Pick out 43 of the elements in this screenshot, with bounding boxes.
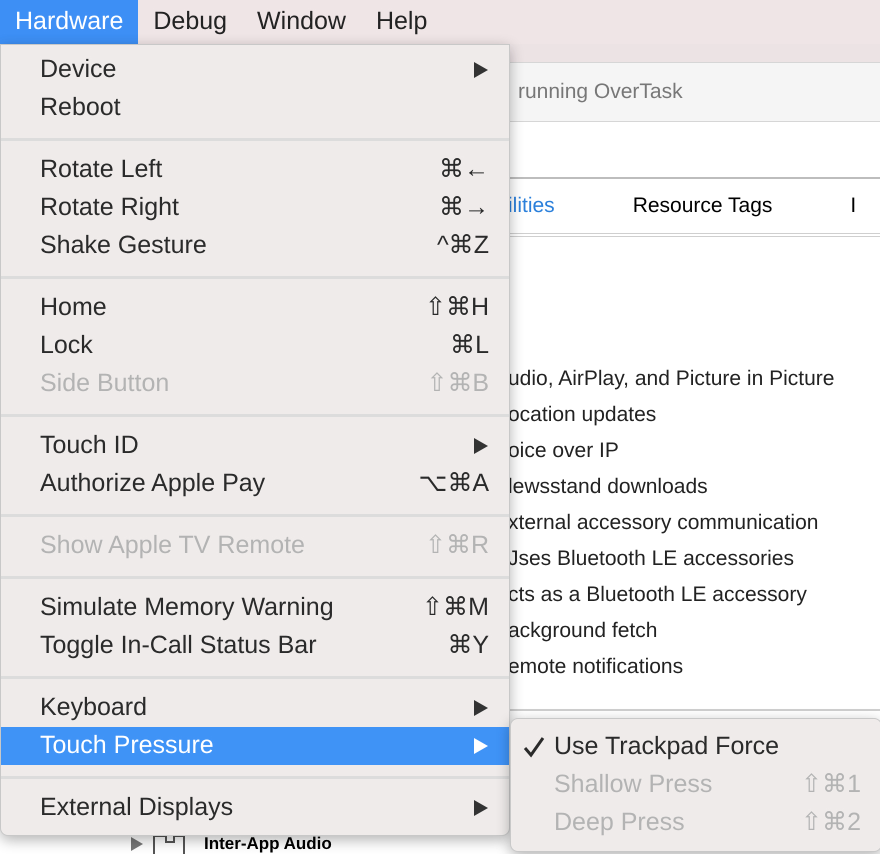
- menu-item[interactable]: Keyboard: [1, 689, 509, 727]
- shortcut-label: ⇧⌘R: [424, 530, 489, 562]
- shortcut-label: ⌥⌘A: [418, 468, 489, 500]
- menu-item[interactable]: Rotate Right ⌘→: [1, 189, 509, 227]
- menu-item[interactable]: Reboot: [1, 89, 509, 127]
- menu-item[interactable]: Shake Gesture ^⌘Z: [1, 227, 509, 265]
- menu-bar-item[interactable]: Help: [360, 0, 442, 44]
- menu-item[interactable]: Home ⇧⌘H: [1, 289, 509, 327]
- shortcut-label: ⌘Y: [447, 630, 489, 662]
- menu-bar-item[interactable]: Debug: [138, 0, 242, 44]
- disclosure-triangle-icon[interactable]: [130, 836, 144, 852]
- shortcut-label: ⇧⌘2: [801, 807, 861, 838]
- submenu-item[interactable]: Use Trackpad Force: [511, 728, 880, 766]
- background-mode-label: oice over IP: [508, 438, 620, 464]
- background-mode-label: udio, AirPlay, and Picture in Picture: [508, 366, 836, 392]
- status-text: running OverTask: [518, 79, 683, 106]
- menu-item[interactable]: Authorize Apple Pay ⌥⌘A: [1, 465, 509, 503]
- menu-item[interactable]: Lock ⌘L: [1, 327, 509, 365]
- tree-row-label: Inter-App Audio: [204, 835, 332, 853]
- shortcut-label: ⇧⌘1: [801, 769, 861, 800]
- shortcut-label: ⌘→: [439, 192, 489, 224]
- shortcut-label: ⇧⌘M: [422, 592, 489, 624]
- shortcut-label: ⌘←: [439, 154, 489, 186]
- menu-item[interactable]: Device: [1, 51, 509, 89]
- menu-item[interactable]: Toggle In-Call Status Bar ⌘Y: [1, 627, 509, 665]
- background-mode-label: emote notifications: [508, 654, 684, 680]
- background-mode-label: ackground fetch: [508, 618, 658, 644]
- menu-item[interactable]: Touch ID: [1, 427, 509, 465]
- tab[interactable]: ilities: [508, 190, 555, 222]
- menu-item[interactable]: Simulate Memory Warning ⇧⌘M: [1, 589, 509, 627]
- menu-bar-item[interactable]: Window: [242, 0, 361, 44]
- shortcut-label: ⌘L: [450, 330, 489, 362]
- menu-item[interactable]: Rotate Left ⌘←: [1, 151, 509, 189]
- shortcut-label: ⇧⌘H: [424, 292, 489, 324]
- background-mode-label: Jses Bluetooth LE accessories: [508, 546, 795, 572]
- shortcut-label: ^⌘Z: [436, 230, 489, 262]
- shortcut-label: ⇧⌘B: [426, 368, 489, 400]
- background-mode-label: xternal accessory communication: [508, 510, 820, 536]
- background-mode-label: lewsstand downloads: [508, 474, 709, 500]
- tab[interactable]: I: [850, 190, 856, 222]
- tab[interactable]: Resource Tags: [632, 190, 772, 222]
- menu-item[interactable]: External Displays: [1, 789, 509, 827]
- background-mode-label: ocation updates: [508, 402, 658, 428]
